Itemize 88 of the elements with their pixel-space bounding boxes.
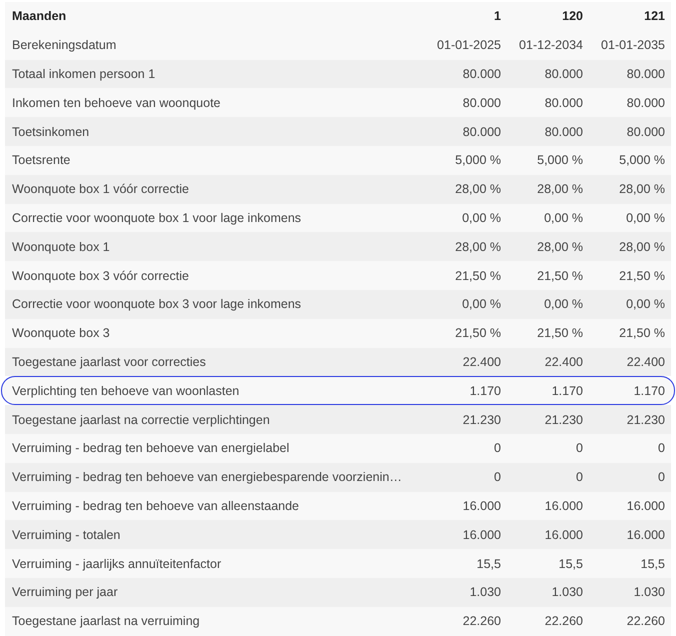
row-label: Toegestane jaarlast voor correcties	[12, 354, 207, 369]
table-cell-text: 80.000	[462, 96, 501, 110]
row-label: Berekeningsdatum	[12, 38, 118, 52]
table-cell-text: 0	[493, 470, 501, 484]
table-cell-text: 5,000 %	[454, 153, 501, 168]
table-cell-text: 1.170	[468, 384, 501, 398]
column-header: 120	[561, 9, 583, 24]
table-cell-text: 80.000	[626, 96, 665, 110]
table-cell-text: 22.400	[462, 354, 501, 369]
table-cell-text: 28,00 %	[618, 240, 665, 254]
table-cell-text: 80.000	[544, 124, 583, 139]
column-header: Maanden	[12, 9, 68, 24]
table-cell-text: 5,000 %	[536, 153, 583, 168]
table-cell-text: 22.260	[544, 614, 583, 628]
table-cell-text: 80.000	[544, 66, 583, 81]
table-cell-text: 21.230	[626, 412, 665, 427]
table-cell-text: 0	[493, 441, 501, 456]
table-cell-text: 0,00 %	[543, 210, 583, 225]
column-header: 121	[643, 9, 665, 24]
row-label: Toegestane jaarlast na verruiming	[12, 614, 201, 628]
table-cell-text: 1.030	[468, 585, 501, 600]
table-cell-text: 21,50 %	[618, 326, 665, 340]
table-cell-text: 21,50 %	[536, 268, 583, 283]
row-label: Correctie voor woonquote box 3 voor lage inkomens	[12, 297, 302, 312]
table-cell-text: 22.260	[626, 614, 665, 628]
row-label: Verruiming - bedrag ten behoeve van alleenstaande	[12, 498, 300, 513]
table-cell-text: 16.000	[462, 528, 501, 542]
table-cell-text: 1.170	[632, 384, 665, 398]
table-cell-text: 01-01-2035	[600, 38, 665, 52]
table-cell-text: 80.000	[626, 66, 665, 81]
table-cell-text: 80.000	[626, 124, 665, 139]
table-cell-text: 1.030	[550, 585, 583, 600]
row-label: Verruiming - bedrag ten behoeve van energiebesparende voorzienin…	[12, 470, 403, 484]
table-cell-text: 28,00 %	[536, 182, 583, 196]
table-cell-text: 28,00 %	[454, 182, 501, 196]
table-cell-text: 16.000	[626, 498, 665, 513]
table-cell-text: 22.400	[544, 354, 583, 369]
row-label: Woonquote box 1	[12, 240, 111, 254]
table-cell-text: 21,50 %	[454, 326, 501, 340]
row-label: Inkomen ten behoeve van woonquote	[12, 96, 222, 110]
table-cell-text: 01-12-2034	[518, 38, 583, 52]
table-cell-text: 28,00 %	[454, 240, 501, 254]
table-cell-text: 0,00 %	[625, 297, 665, 312]
table-cell-text: 0	[657, 441, 665, 456]
table-cell-text: 0,00 %	[625, 210, 665, 225]
table-cell-text: 80.000	[544, 96, 583, 110]
row-label: Verruiming - jaarlijks annuïteitenfactor	[12, 556, 222, 571]
row-label: Verruiming - totalen	[12, 528, 122, 542]
table-cell-text: 15,5	[476, 556, 501, 571]
row-label: Woonquote box 1 vóór correctie	[12, 182, 190, 196]
row-label: Toetsinkomen	[12, 124, 90, 139]
table-cell-text: 80.000	[462, 66, 501, 81]
table-cell-text: 0,00 %	[461, 210, 501, 225]
table-cell-text: 21.230	[544, 412, 583, 427]
table-cell-text: 1.170	[550, 384, 583, 398]
row-label: Toegestane jaarlast na correctie verplichtingen	[12, 412, 271, 427]
table-cell-text: 28,00 %	[536, 240, 583, 254]
row-label: Woonquote box 3 vóór correctie	[12, 268, 190, 283]
row-label: Verplichting ten behoeve van woonlasten	[12, 384, 240, 398]
table-cell-text: 21,50 %	[536, 326, 583, 340]
table-cell-text: 16.000	[626, 528, 665, 542]
table-cell-text: 16.000	[462, 498, 501, 513]
table-cell-text: 0	[575, 470, 583, 484]
table-cell-text: 21,50 %	[618, 268, 665, 283]
column-header: 1	[493, 9, 501, 24]
table-cell-text: 21.230	[462, 412, 501, 427]
table-cell-text: 15,5	[640, 556, 665, 571]
table-cell-text: 0,00 %	[461, 297, 501, 312]
row-label: Toetsrente	[12, 153, 72, 168]
table-cell-text: 0	[575, 441, 583, 456]
row-label: Verruiming per jaar	[12, 585, 119, 600]
row-label: Woonquote box 3	[12, 326, 111, 340]
row-label: Correctie voor woonquote box 1 voor lage inkomens	[12, 210, 302, 225]
row-label: Verruiming - bedrag ten behoeve van energielabel	[12, 441, 290, 456]
table-cell-text: 01-01-2025	[436, 38, 501, 52]
table-cell-text: 21,50 %	[454, 268, 501, 283]
table-cell-text: 0	[657, 470, 665, 484]
table-cell-text: 16.000	[544, 498, 583, 513]
table-cell-text: 28,00 %	[618, 182, 665, 196]
row-label: Totaal inkomen persoon 1	[12, 66, 156, 81]
table-cell-text: 22.260	[462, 614, 501, 628]
table-cell-text: 80.000	[462, 124, 501, 139]
table-cell-text: 1.030	[632, 585, 665, 600]
table-cell-text: 0,00 %	[543, 297, 583, 312]
table-cell-text: 5,000 %	[618, 153, 665, 168]
table-cell-text: 16.000	[544, 528, 583, 542]
table-cell-text: 22.400	[626, 354, 665, 369]
table-cell-text: 15,5	[558, 556, 583, 571]
